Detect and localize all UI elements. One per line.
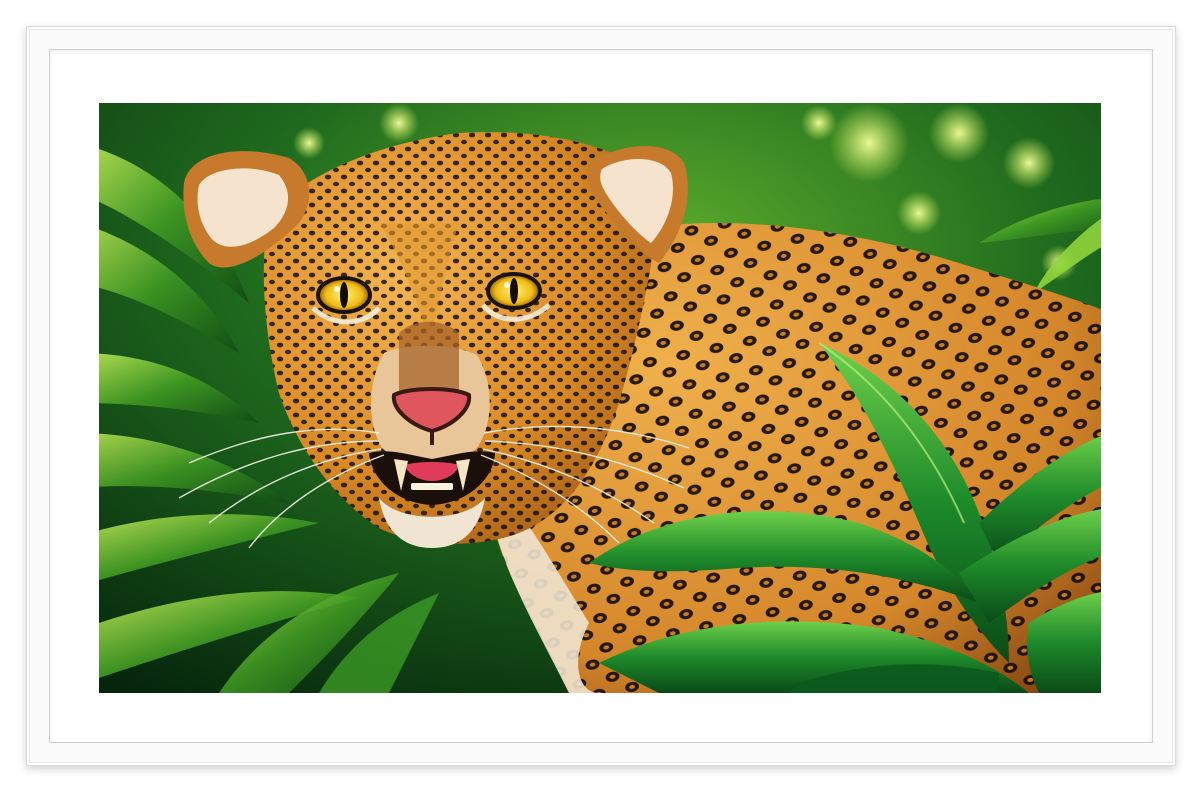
framed-print (0, 0, 1200, 800)
leopard-artwork (99, 103, 1101, 693)
leopard-icon (99, 103, 1101, 693)
